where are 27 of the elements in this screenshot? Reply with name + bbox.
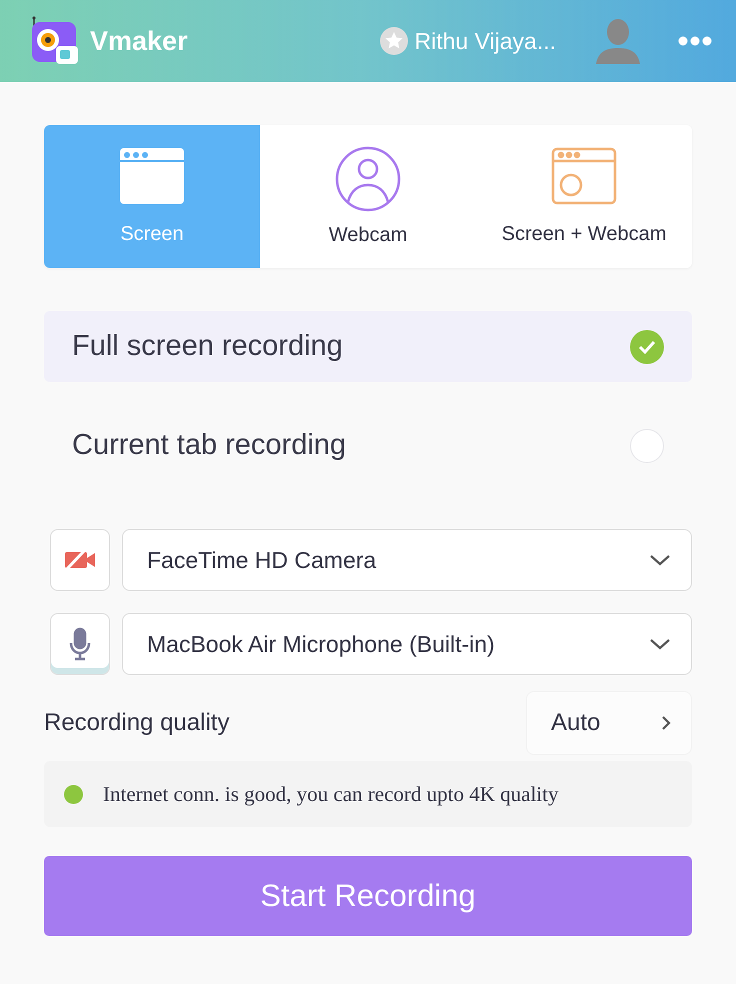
chevron-right-icon xyxy=(661,715,671,731)
window-camera-icon xyxy=(551,147,617,205)
mode-tab[interactable]: Screen + Webcam xyxy=(476,125,692,268)
more-icon[interactable] xyxy=(678,36,712,46)
chevron-down-icon xyxy=(649,554,671,566)
recording-option[interactable]: Current tab recording xyxy=(44,410,692,481)
user-circle-icon xyxy=(335,146,401,212)
quality-label: Recording quality xyxy=(44,709,230,737)
window-icon xyxy=(119,147,185,205)
device-toggle-button[interactable] xyxy=(50,613,110,675)
app-name: Vmaker xyxy=(90,26,189,56)
mode-label: Screen xyxy=(120,223,184,246)
chevron-down-icon xyxy=(649,638,671,650)
quality-button[interactable]: Auto xyxy=(526,691,692,755)
device-select[interactable]: MacBook Air Microphone (Built-in) xyxy=(122,613,692,675)
recording-option[interactable]: Full screen recording xyxy=(44,311,692,382)
camera-off-icon xyxy=(63,549,97,571)
device-select[interactable]: FaceTime HD Camera xyxy=(122,529,692,591)
device-toggle-button[interactable] xyxy=(50,529,110,591)
option-label: Full screen recording xyxy=(72,330,343,363)
mode-label: Screen + Webcam xyxy=(502,223,666,246)
status-text: Internet conn. is good, you can record upto 4K quality xyxy=(103,782,558,806)
option-label: Current tab recording xyxy=(72,429,346,462)
microphone-icon xyxy=(69,627,91,661)
mode-label: Webcam xyxy=(328,224,408,247)
mode-tab[interactable]: Webcam xyxy=(260,125,476,268)
user-name: Rithu Vijaya... xyxy=(414,28,556,54)
